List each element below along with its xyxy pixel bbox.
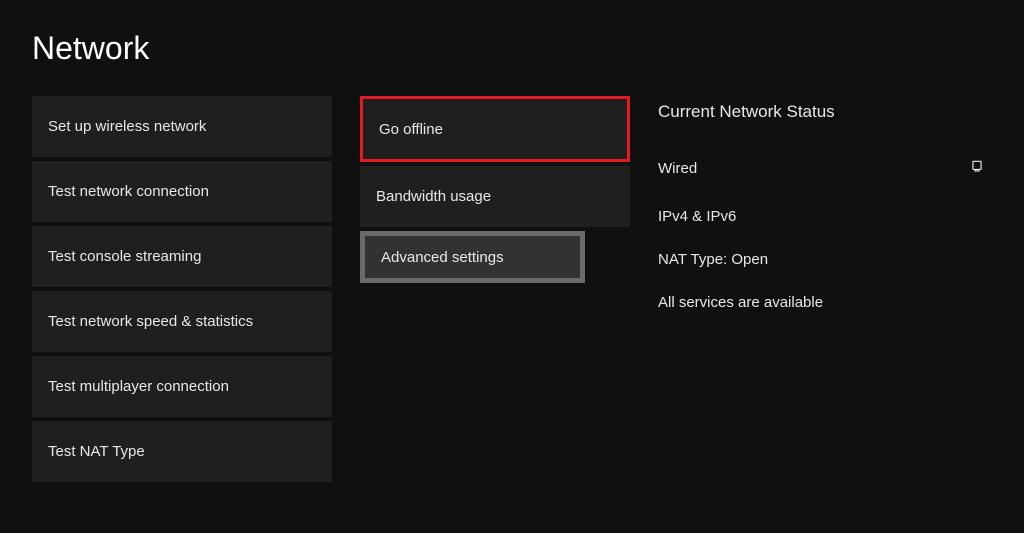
test-multiplayer-button[interactable]: Test multiplayer connection	[32, 356, 332, 417]
advanced-settings-button[interactable]: Advanced settings	[360, 231, 585, 283]
ethernet-icon	[970, 159, 984, 177]
test-nat-type-button[interactable]: Test NAT Type	[32, 421, 332, 482]
status-column: Current Network Status Wired IPv4 & IPv6…	[658, 96, 992, 482]
test-console-streaming-button[interactable]: Test console streaming	[32, 226, 332, 287]
status-heading: Current Network Status	[658, 102, 992, 122]
bandwidth-usage-button[interactable]: Bandwidth usage	[360, 166, 630, 227]
connection-type-label: Wired	[658, 160, 697, 177]
ip-protocol-label: IPv4 & IPv6	[658, 208, 992, 225]
setup-wireless-button[interactable]: Set up wireless network	[32, 96, 332, 157]
test-network-connection-button[interactable]: Test network connection	[32, 161, 332, 222]
test-network-speed-button[interactable]: Test network speed & statistics	[32, 291, 332, 352]
page-title: Network	[32, 30, 149, 67]
middle-column: Go offline Bandwidth usage Advanced sett…	[360, 96, 630, 482]
services-label: All services are available	[658, 294, 992, 311]
nat-type-label: NAT Type: Open	[658, 251, 992, 268]
content-area: Set up wireless network Test network con…	[32, 96, 992, 482]
left-column: Set up wireless network Test network con…	[32, 96, 332, 482]
go-offline-button[interactable]: Go offline	[360, 96, 630, 162]
connection-type-row: Wired	[658, 154, 992, 182]
